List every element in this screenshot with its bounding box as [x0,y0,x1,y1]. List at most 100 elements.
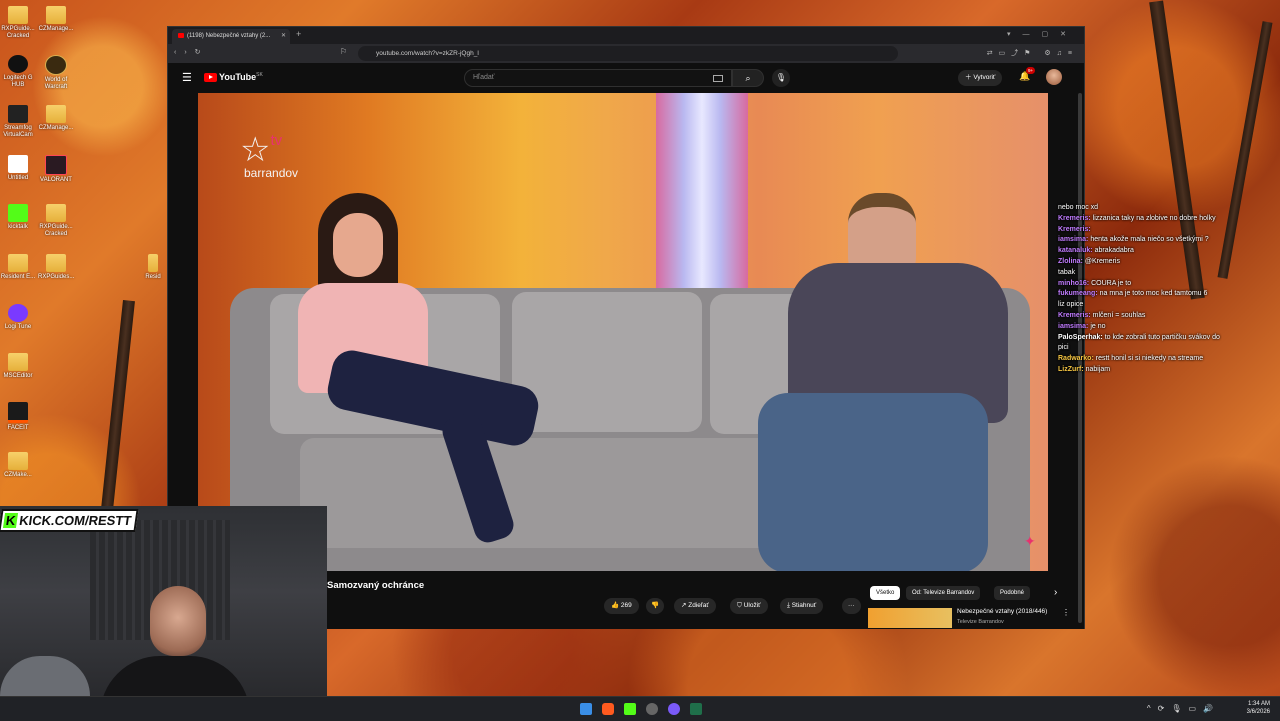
system-tray-icons[interactable]: ^⟳🎙▭🔊 [1147,704,1220,713]
bookmark-icon[interactable]: ⚐ [340,47,347,56]
desktop-icon[interactable]: FACEIT [0,402,36,432]
url-bar[interactable]: youtube.com/watch?v=zkZR-jQgh_l [358,46,898,61]
thumbs-up-icon: 👍 [611,602,621,609]
logo-text: YouTube [219,72,257,82]
chat-message: Radwarko: restt honil si si niekedy na s… [1058,355,1204,363]
streamer-face [150,586,206,656]
star-icon: ☆ [240,131,271,169]
desktop-icon[interactable]: MSCEditor [0,353,36,380]
tab-strip: (1198) Nebezpečné vztahy (2... ✕ + ▾—▢✕ [168,27,1084,44]
create-button[interactable]: ＋ Vytvoriť [958,70,1003,86]
chat-message: katanaluk: abrakadabra [1058,247,1134,255]
video-player[interactable]: ☆ tv barrandov ✦ [198,93,1048,571]
stream-chat-overlay: nebo moc xd Kremeris: lizzanica taky na … [1058,203,1228,376]
download-button[interactable]: ⤓ Stiahnuť [780,598,824,614]
chat-message: liz opice [1058,301,1084,309]
kick-app-icon[interactable] [624,703,636,715]
desktop-icon[interactable]: CZManage... [38,6,74,33]
clock-time: 1:34 AM [1247,701,1270,707]
chip-related[interactable]: Podobné [994,586,1031,600]
brave-browser-icon[interactable] [602,703,614,715]
desktop-icon[interactable]: kicktalk [0,204,36,231]
desktop-icon[interactable]: Logi Tune [0,304,36,331]
recommendation-title[interactable]: Nebezpečné vztahy (2018/446) [957,608,1047,615]
chat-message: iamsima: je no [1058,322,1106,330]
desktop-icon[interactable]: RXPGuide... Cracked [0,6,36,40]
search-placeholder: Hľadať [473,74,495,81]
kick-channel-badge: K KICK.COM/RESTT [0,509,139,532]
app-icon[interactable] [646,703,658,715]
person-face [333,213,383,277]
more-actions-button[interactable]: ··· [842,598,861,614]
desktop-icon[interactable]: Resident E... [0,254,36,281]
dislike-button[interactable]: 👎 [646,598,665,614]
bookmark-icon: ⛉ [737,602,744,609]
save-button[interactable]: ⛉ Uložiť [730,598,768,614]
corner-watermark-icon: ✦ [1024,533,1036,549]
create-label: Vytvoriť [973,74,996,81]
share-button[interactable]: ↗ Zdieľať [674,598,716,614]
keyboard-icon[interactable] [713,75,723,82]
window-controls[interactable]: ▾—▢✕ [1007,30,1078,38]
desktop-icon[interactable]: World of Warcraft [38,55,74,91]
search-input[interactable]: Hľadať [464,69,732,87]
nav-buttons[interactable]: ‹›↻ [174,48,209,56]
new-tab-button[interactable]: + [296,29,301,39]
desktop-icon[interactable]: RXPGuide... Cracked [38,204,74,238]
desktop-icon[interactable]: Resid [140,254,166,281]
menu-icon[interactable]: ☰ [182,71,192,84]
like-button[interactable]: 👍 269 [604,598,639,614]
chat-message: Zlolina: @Kremeris [1058,257,1120,265]
share-label: Zdieľať [688,602,709,609]
channel-watermark-logo: ☆ tv barrandov [240,131,298,180]
clock-date: 3/6/2026 [1246,709,1270,715]
avatar[interactable] [1046,69,1062,85]
desktop-icon[interactable]: Streamfog VirtualCam [0,105,36,139]
mic-icon: 🎙 [775,73,787,82]
person-jeans [758,393,988,571]
desktop-icon[interactable]: CZManage... [38,105,74,132]
youtube-logo[interactable]: YouTubeSK [204,72,263,83]
recommendation-channel[interactable]: Televize Barrandov [957,619,1004,625]
chat-message: nebo moc xd [1058,204,1099,211]
search-button[interactable]: ⌕ [732,69,764,87]
chat-message: Kremeris: lizzanica taky na zlobive no d… [1058,214,1216,222]
youtube-favicon-icon [178,32,184,38]
tab-title: (1198) Nebezpečné vztahy (2... [187,33,271,39]
toolbar-icons[interactable]: ⇄▭⤴⚑ ⚙♫≡ [987,48,1078,58]
chat-message: minho16: COURA je to [1058,279,1132,287]
like-count: 269 [620,602,632,609]
close-tab-icon[interactable]: ✕ [281,29,286,44]
chat-message: iamsima: henta akože mala niečo so všetk… [1058,236,1209,244]
thumbs-down-icon: 👎 [651,602,660,609]
webcam-overlay [0,506,327,720]
discord-icon[interactable] [668,703,680,715]
search-icon: ⌕ [745,73,751,83]
chat-message: Kremeris: [1058,225,1091,233]
chevron-right-icon[interactable]: › [1054,587,1057,598]
video-title: Samozvaný ochránce [327,580,425,591]
desktop-icon[interactable]: CZMake... [0,452,36,479]
studio-light [656,93,748,293]
chip-from-channel[interactable]: Od: Televize Barrandov [906,586,981,600]
voice-search-button[interactable]: 🎙 [772,69,790,87]
desktop-icon[interactable]: VALORANT [38,155,74,184]
kick-logo-icon: K [2,513,19,528]
more-icon: ··· [848,602,855,609]
chip-all[interactable]: Všetko [870,586,901,600]
region-code: SK [256,72,263,78]
recommendation-thumbnail[interactable] [868,608,952,628]
browser-tab[interactable]: (1198) Nebezpečné vztahy (2... ✕ [172,29,290,44]
app-icon[interactable] [690,703,702,715]
desktop-icon[interactable]: Untitled [0,155,36,182]
chat-message: Kremeris: mlčení = souhlas [1058,311,1146,319]
desktop-icon[interactable]: RXPGuides... [38,254,74,281]
clock[interactable]: 1:34 AM 3/6/2026 [1247,700,1270,716]
kebab-menu-icon[interactable]: ⋮ [1062,608,1070,617]
save-label: Uložiť [743,602,761,609]
desktop-icon[interactable]: Logitech G HUB [0,55,36,89]
notification-badge: 9+ [1026,67,1036,74]
address-toolbar: ‹›↻ ⚐ youtube.com/watch?v=zkZR-jQgh_l ⇄▭… [168,44,1084,63]
start-icon[interactable] [580,703,592,715]
kick-url: KICK.COM/RESTT [18,513,133,528]
